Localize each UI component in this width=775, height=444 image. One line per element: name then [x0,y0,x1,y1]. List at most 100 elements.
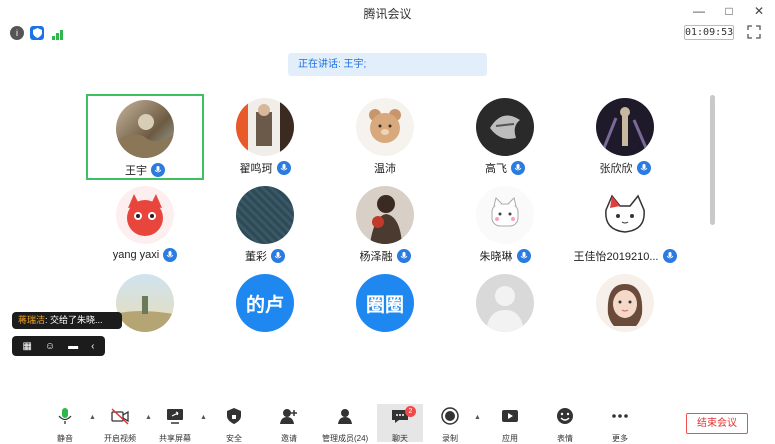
name-row: 温沛 [326,160,444,176]
chat-badge: 2 [405,406,416,417]
mic-icon [276,161,291,175]
window-controls: — □ ✕ [691,3,767,19]
members-label: 管理成员(24) [322,434,369,443]
mute-caret-icon[interactable]: ▲ [89,414,96,421]
shield-icon[interactable] [30,26,44,40]
camera-off-icon [111,408,129,425]
chat-button[interactable]: 2 聊天 [377,404,423,443]
more-icon [612,414,628,418]
reactions-button[interactable]: 表情 [542,404,588,443]
invite-label: 邀请 [281,434,297,443]
security-button[interactable]: 安全 [211,404,257,443]
mic-icon [271,249,285,263]
participant-tile[interactable] [566,270,684,334]
participant-tile[interactable]: 张欣欣 [566,94,684,180]
more-button[interactable]: 更多 [597,404,643,443]
minimize-button[interactable]: — [691,3,707,19]
reaction-bar: ▦ ☺ ▬ ‹ [12,336,105,356]
record-button[interactable]: 录制 [427,404,473,443]
participant-tile[interactable]: 温沛 [326,94,444,180]
participant-tile[interactable]: 高飞 [446,94,564,180]
emoji-icon[interactable]: ☺ [45,341,55,352]
toast-message: : 交给了朱晓... [45,315,103,325]
record-caret-icon[interactable]: ▲ [474,414,481,421]
share-label: 共享屏幕 [159,434,191,443]
name-row: 朱晓琳 [446,248,564,264]
avatar: 的卢 [236,274,294,332]
participant-tile[interactable]: 圈圈 [326,270,444,334]
participant-name: 王宇 [125,165,147,177]
fullscreen-icon[interactable] [747,25,761,39]
participant-tile[interactable] [446,270,564,334]
participant-name: 张欣欣 [599,163,633,175]
signal-icon[interactable] [50,26,64,40]
avatar [236,186,294,244]
avatar [116,186,174,244]
apps-button[interactable]: 应用 [487,404,533,443]
video-caret-icon[interactable]: ▲ [145,414,152,421]
invite-button[interactable]: 邀请 [266,404,312,443]
meeting-timer: 01:09:53 [684,25,734,40]
participant-tile[interactable]: yang yaxi [86,182,204,268]
window-title: 腾讯会议 [363,7,412,21]
collapse-icon[interactable]: ‹ [91,341,94,352]
end-meeting-button[interactable]: 结束会议 [686,413,748,434]
title-bar: 腾讯会议 — □ ✕ [0,0,775,24]
name-row: 张欣欣 [566,160,684,176]
mic-icon [636,161,651,175]
mute-label: 静音 [57,434,73,443]
name-row: 杨泽融 [326,248,444,264]
name-row: 王宇 [88,162,202,178]
participant-name: 王佳怡2019210... [573,251,659,263]
participant-tile[interactable]: 王宇 [86,94,204,180]
avatar [596,186,654,244]
shield-icon [227,408,241,424]
video-button[interactable]: 开启视频 [97,404,143,443]
video-label: 开启视频 [104,434,136,443]
participant-tile[interactable]: 的卢 [206,270,324,334]
info-icon[interactable]: i [10,26,24,40]
chat-bubble-icon[interactable]: ▬ [68,341,78,352]
close-button[interactable]: ✕ [751,3,767,19]
record-icon [441,407,459,425]
avatar [596,98,654,156]
share-screen-icon [167,409,183,424]
share-screen-button[interactable]: 共享屏幕 [152,404,198,443]
participant-tile[interactable]: 翟鸣珂 [206,94,324,180]
name-row: 翟鸣珂 [206,160,324,176]
participant-tile[interactable]: 董彩 [206,182,324,268]
participant-name: yang yaxi [112,249,160,261]
apps-icon [502,410,518,422]
name-row: 王佳怡2019210... [566,248,684,264]
participant-tile[interactable]: 朱晓琳 [446,182,564,268]
microphone-icon [58,408,72,424]
apps-label: 应用 [502,434,518,443]
scrollbar[interactable] [710,95,715,225]
mic-icon [163,248,178,262]
participant-tile[interactable]: 王佳怡2019210... [566,182,684,268]
mute-button[interactable]: 静音 [42,404,88,443]
avatar [476,274,534,332]
layout-icon[interactable]: ▦ [22,341,31,352]
members-icon [338,409,352,424]
smiley-icon [557,408,573,424]
chat-toast[interactable]: 蒋瑞洁: 交给了朱晓... [12,312,122,329]
toast-sender: 蒋瑞洁 [18,315,46,325]
participant-name: 杨泽融 [359,251,393,263]
maximize-button[interactable]: □ [721,3,737,19]
avatar [236,98,294,156]
chat-label: 聊天 [392,434,408,443]
more-label: 更多 [612,434,628,443]
participant-grid: 王宇 翟鸣珂 温沛 高飞 张欣欣 yang yaxi 董彩 杨泽融 朱晓琳 王佳… [86,94,706,334]
participant-name: 翟鸣珂 [239,163,273,175]
security-label: 安全 [226,434,242,443]
manage-members-button[interactable]: 管理成员(24) [322,404,369,443]
name-row: 董彩 [206,248,324,264]
mic-icon [396,249,411,263]
share-caret-icon[interactable]: ▲ [200,414,207,421]
name-row: 高飞 [446,160,564,176]
participant-tile[interactable]: 杨泽融 [326,182,444,268]
avatar [476,186,534,244]
avatar [596,274,654,332]
avatar [356,186,414,244]
